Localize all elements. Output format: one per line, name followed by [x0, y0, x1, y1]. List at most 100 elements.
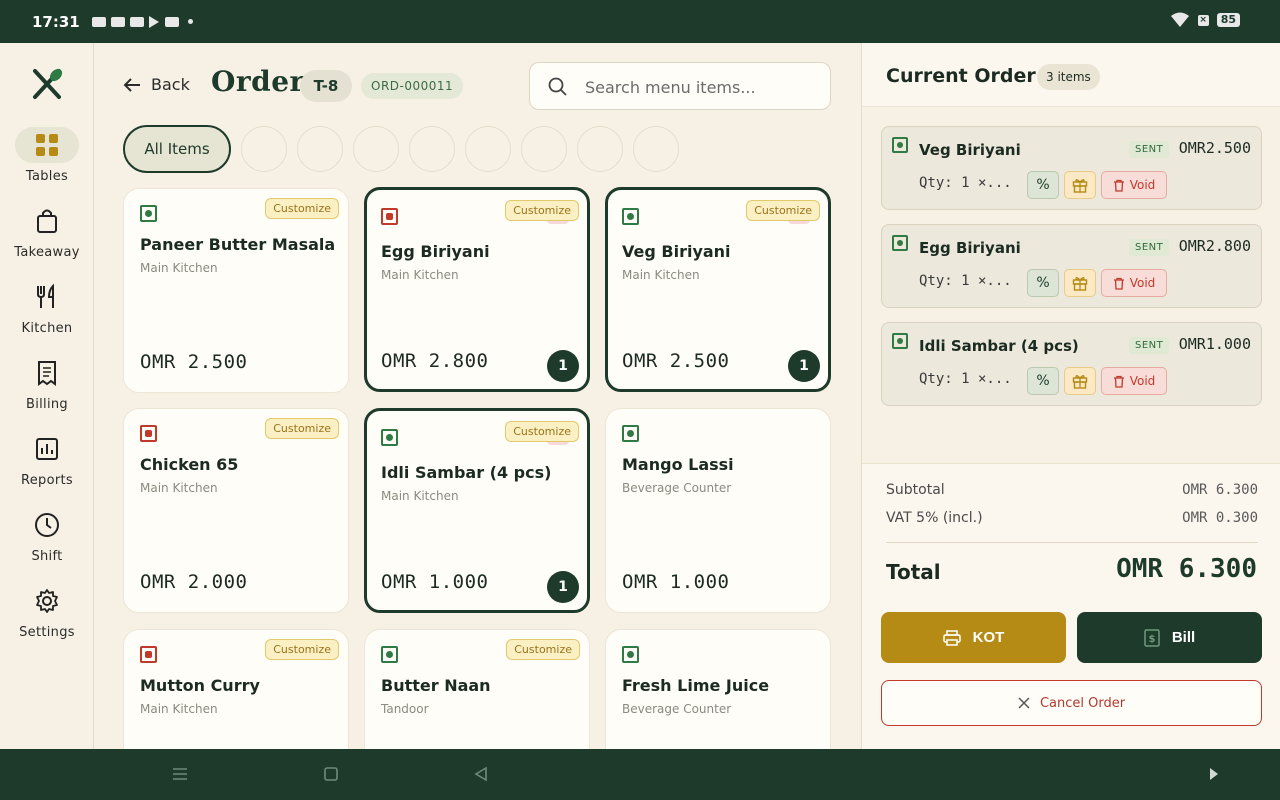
- menu-item-card[interactable]: Customize Idli Sambar (4 pcs) Main Kitch…: [364, 408, 590, 613]
- void-label: Void: [1129, 374, 1156, 388]
- menu-item-name: Mango Lassi: [622, 455, 734, 474]
- menu-item-card[interactable]: Customize Chicken 65 Main Kitchen OMR 2.…: [123, 408, 349, 613]
- void-button[interactable]: Void: [1101, 269, 1167, 297]
- order-line-name: Idli Sambar (4 pcs): [919, 337, 1079, 355]
- menu-item-price: OMR 2.000: [140, 571, 248, 593]
- category-tab-all[interactable]: All Items: [123, 125, 231, 173]
- cast-icon: [164, 16, 179, 27]
- order-line-price: OMR2.500: [1178, 139, 1251, 157]
- customize-badge[interactable]: Customize: [265, 639, 339, 660]
- menu-item-card[interactable]: Customize Paneer Butter Masala Main Kitc…: [123, 188, 349, 393]
- sidebar-item-label: Tables: [25, 169, 69, 184]
- close-icon: [1018, 697, 1030, 709]
- menu-item-kitchen: Main Kitchen: [381, 489, 459, 503]
- subtotal-row: Subtotal OMR 6.300: [886, 482, 1258, 498]
- menu-item-card[interactable]: Fresh Lime Juice Beverage Counter: [605, 629, 831, 749]
- cancel-order-button[interactable]: Cancel Order: [881, 680, 1262, 726]
- sidebar-item-kitchen[interactable]: Kitchen: [0, 279, 94, 349]
- table-badge: T-8: [300, 70, 352, 102]
- sidebar-item-billing[interactable]: Billing: [0, 355, 94, 425]
- kot-button[interactable]: KOT: [881, 612, 1066, 663]
- order-line-item[interactable]: Egg Biriyani SENT OMR2.800 Qty: 1 ×... %…: [881, 224, 1262, 308]
- sidebar-item-settings[interactable]: Settings: [0, 583, 94, 653]
- void-label: Void: [1129, 178, 1156, 192]
- veg-indicator-icon: [140, 205, 157, 222]
- bag-icon: [37, 209, 57, 233]
- menu-item-card[interactable]: Customize Egg Biriyani Main Kitchen OMR …: [364, 187, 590, 392]
- subtotal-label: Subtotal: [886, 482, 945, 498]
- menu-item-card[interactable]: Customize Butter Naan Tandoor: [364, 629, 590, 749]
- cancel-order-label: Cancel Order: [1039, 695, 1126, 711]
- menu-item-kitchen: Main Kitchen: [140, 481, 218, 495]
- search-box[interactable]: [529, 62, 831, 110]
- veg-indicator-icon: [892, 137, 908, 153]
- sidebar-item-label: Takeaway: [14, 245, 80, 260]
- menu-item-kitchen: Main Kitchen: [622, 268, 700, 282]
- category-tab[interactable]: [577, 126, 623, 172]
- search-input[interactable]: [585, 75, 815, 99]
- play-arrow-icon[interactable]: [1208, 766, 1220, 782]
- no-sim-icon: ×: [1197, 14, 1209, 26]
- wifi-icon: [1170, 12, 1189, 27]
- menu-item-card[interactable]: Mango Lassi Beverage Counter OMR 1.000: [605, 408, 831, 613]
- sidebar-item-reports[interactable]: Reports: [0, 431, 94, 501]
- panel-title: Current Order: [886, 65, 1036, 87]
- discount-button[interactable]: %: [1027, 269, 1059, 297]
- customize-badge[interactable]: Customize: [505, 421, 579, 442]
- complimentary-button[interactable]: [1064, 367, 1096, 395]
- order-line-item[interactable]: Veg Biriyani SENT OMR2.500 Qty: 1 ×... %…: [881, 126, 1262, 210]
- order-line-price: OMR1.000: [1178, 335, 1251, 353]
- category-tab[interactable]: [409, 126, 455, 172]
- customize-badge[interactable]: Customize: [746, 200, 820, 221]
- sidebar-item-shift[interactable]: Shift: [0, 507, 94, 577]
- menu-icon[interactable]: [172, 766, 188, 782]
- menu-item-card[interactable]: Customize Veg Biriyani Main Kitchen OMR …: [605, 187, 831, 392]
- non-veg-indicator-icon: [381, 208, 398, 225]
- category-tab[interactable]: [633, 126, 679, 172]
- gift-icon: [1072, 277, 1088, 291]
- menu-item-price: OMR 2.800: [381, 350, 489, 372]
- category-tab[interactable]: [241, 126, 287, 172]
- customize-badge[interactable]: Customize: [505, 200, 579, 221]
- status-time: 17:31: [32, 12, 80, 31]
- sidebar-item-tables[interactable]: Tables: [0, 127, 94, 197]
- complimentary-button[interactable]: [1064, 269, 1096, 297]
- quantity-badge: 1: [547, 571, 579, 603]
- sidebar-item-takeaway[interactable]: Takeaway: [0, 203, 94, 273]
- menu-item-kitchen: Main Kitchen: [140, 702, 218, 716]
- items-count-badge: 3 items: [1037, 64, 1100, 90]
- total-value: OMR 6.300: [1116, 554, 1257, 584]
- category-tab[interactable]: [297, 126, 343, 172]
- order-line-qty: Qty: 1 ×...: [919, 175, 1012, 191]
- bill-button[interactable]: $ Bill: [1077, 612, 1262, 663]
- menu-item-kitchen: Tandoor: [381, 702, 429, 716]
- discount-button[interactable]: %: [1027, 367, 1059, 395]
- notification-icon: [110, 16, 125, 27]
- back-button[interactable]: Back: [123, 75, 190, 94]
- menu-item-price: OMR 1.000: [622, 571, 730, 593]
- category-tab[interactable]: [353, 126, 399, 172]
- menu-item-kitchen: Main Kitchen: [381, 268, 459, 282]
- back-label: Back: [151, 75, 190, 94]
- sidebar-item-label: Shift: [31, 549, 63, 564]
- void-button[interactable]: Void: [1101, 171, 1167, 199]
- menu-item-kitchen: Main Kitchen: [140, 261, 218, 275]
- veg-indicator-icon: [622, 208, 639, 225]
- total-label: Total: [886, 560, 941, 584]
- category-tab[interactable]: [465, 126, 511, 172]
- bill-icon: $: [1144, 628, 1160, 647]
- discount-button[interactable]: %: [1027, 171, 1059, 199]
- battery-icon: 85: [1216, 13, 1240, 27]
- back-nav-icon[interactable]: [473, 766, 489, 782]
- customize-badge[interactable]: Customize: [506, 639, 580, 660]
- order-line-name: Veg Biriyani: [919, 141, 1021, 159]
- menu-item-card[interactable]: Customize Mutton Curry Main Kitchen: [123, 629, 349, 749]
- customize-badge[interactable]: Customize: [265, 418, 339, 439]
- complimentary-button[interactable]: [1064, 171, 1096, 199]
- order-line-item[interactable]: Idli Sambar (4 pcs) SENT OMR1.000 Qty: 1…: [881, 322, 1262, 406]
- category-tab[interactable]: [521, 126, 567, 172]
- void-button[interactable]: Void: [1101, 367, 1167, 395]
- customize-badge[interactable]: Customize: [265, 198, 339, 219]
- home-icon[interactable]: [323, 766, 339, 782]
- subtotal-value: OMR 6.300: [1182, 482, 1258, 498]
